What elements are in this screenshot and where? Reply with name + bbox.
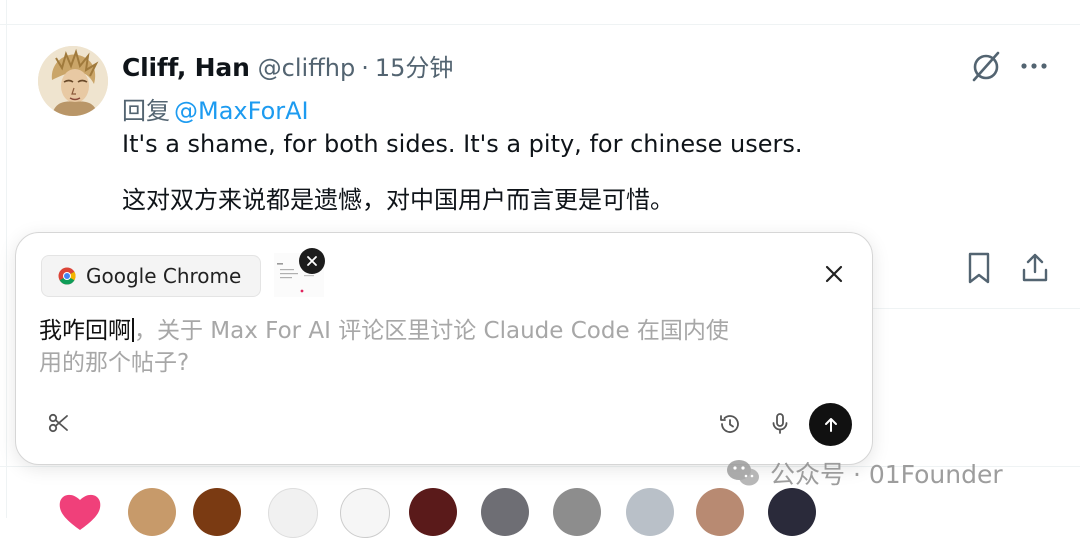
reactor-avatar-8[interactable] bbox=[626, 488, 674, 536]
tweet-bottom-divider bbox=[870, 308, 1080, 309]
grok-icon[interactable] bbox=[968, 48, 1004, 84]
tweet-text-english: It's a shame, for both sides. It's a pit… bbox=[122, 130, 803, 158]
reactor-avatar-6[interactable] bbox=[481, 488, 529, 536]
placeholder-line-2: 用的那个帖子? bbox=[39, 350, 190, 376]
send-button[interactable] bbox=[809, 403, 852, 446]
assistant-composer: Google Chrome 我咋回啊 ，关于 Max For AI 评论区里讨论 … bbox=[15, 232, 873, 465]
remove-thumbnail-button[interactable] bbox=[299, 248, 325, 274]
reply-to-line: 回复 @MaxForAI bbox=[122, 91, 309, 126]
typed-text: 我咋回啊 bbox=[39, 318, 131, 344]
reactor-avatar-4[interactable] bbox=[340, 488, 390, 538]
author-handle[interactable]: @cliffhp bbox=[258, 54, 356, 82]
placeholder-line-1: ，关于 Max For AI 评论区里讨论 Claude Code 在国内使 bbox=[134, 318, 729, 344]
heart-icon bbox=[59, 494, 101, 530]
reactor-avatar-9[interactable] bbox=[696, 488, 744, 536]
wechat-icon bbox=[727, 460, 759, 486]
reactor-avatar-2[interactable] bbox=[193, 488, 241, 536]
timeline-border-left bbox=[6, 0, 7, 518]
wechat-watermark: 公众号 · 01Founder bbox=[724, 455, 1003, 491]
more-icon[interactable] bbox=[1018, 52, 1052, 80]
share-icon[interactable] bbox=[1018, 250, 1052, 286]
reply-mention-link[interactable]: @MaxForAI bbox=[174, 97, 309, 125]
tweet-timestamp[interactable]: 15分钟 bbox=[375, 48, 454, 83]
header-separator: · bbox=[361, 54, 369, 82]
arrow-up-icon bbox=[824, 417, 837, 432]
reactor-avatar-5[interactable] bbox=[409, 488, 457, 536]
reactor-avatar-3[interactable] bbox=[268, 488, 318, 538]
close-icon[interactable] bbox=[820, 260, 848, 288]
close-icon bbox=[307, 256, 317, 266]
avatar-illustration bbox=[38, 46, 108, 116]
reactor-avatar-1[interactable] bbox=[128, 488, 176, 536]
app-chip-label: Google Chrome bbox=[86, 264, 242, 288]
chrome-icon bbox=[58, 267, 76, 285]
prompt-input[interactable]: 我咋回啊 ，关于 Max For AI 评论区里讨论 Claude Code 在国… bbox=[39, 315, 799, 379]
author-name[interactable]: Cliff, Han bbox=[122, 53, 250, 82]
reactor-avatar-10[interactable] bbox=[768, 488, 816, 536]
reactor-avatar-7[interactable] bbox=[553, 488, 601, 536]
reply-prefix: 回复 bbox=[122, 97, 170, 125]
tweet-header: Cliff, Han @cliffhp · 15分钟 bbox=[122, 48, 453, 83]
avatar[interactable] bbox=[38, 46, 108, 116]
bookmark-icon[interactable] bbox=[962, 250, 996, 286]
app-context-chip[interactable]: Google Chrome bbox=[41, 255, 261, 297]
tweet-text-chinese: 这对双方来说都是遗憾，对中国用户而言更是可惜。 bbox=[122, 186, 674, 214]
liked-by-avatars bbox=[56, 488, 856, 538]
mic-icon[interactable] bbox=[766, 410, 794, 438]
history-icon[interactable] bbox=[716, 410, 744, 438]
scissors-icon[interactable] bbox=[46, 410, 72, 436]
tweet-top-divider bbox=[0, 24, 1080, 25]
watermark-text: 公众号 · 01Founder bbox=[770, 460, 1003, 489]
